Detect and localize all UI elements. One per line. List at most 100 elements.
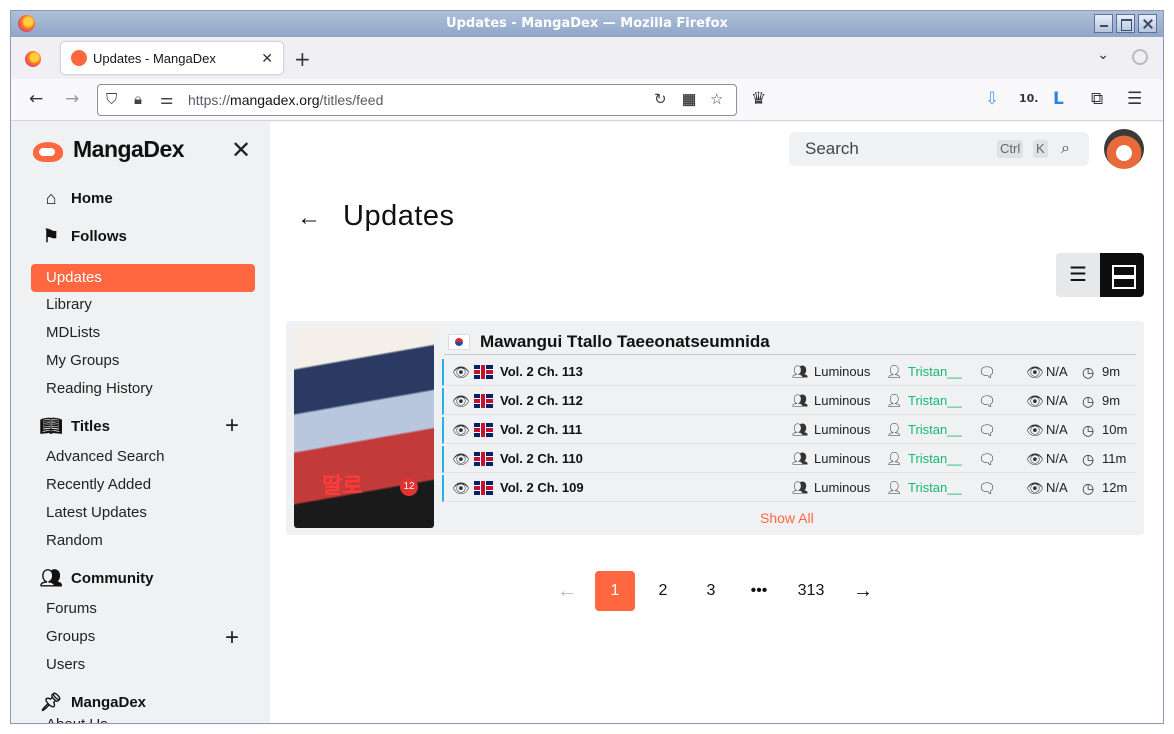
- shield-icon[interactable]: ⛉: [106, 85, 117, 115]
- sidebar-item-updates[interactable]: Updates: [31, 264, 255, 292]
- chapter-row[interactable]: 👁︎ Vol. 2 Ch. 109 👥︎ Luminous 👤︎ Tristan…: [442, 475, 1136, 502]
- sidebar-item-reading-history[interactable]: Reading History: [46, 380, 153, 397]
- search-icon[interactable]: ⌕: [1061, 132, 1070, 166]
- scanlation-group[interactable]: Luminous: [814, 480, 870, 495]
- puzzle-icon[interactable]: ⧉: [1091, 89, 1103, 109]
- comment-icon[interactable]: 🗨︎: [978, 451, 996, 468]
- page-button-1[interactable]: 1: [595, 571, 635, 611]
- alarm-icon[interactable]: [1132, 49, 1148, 65]
- sidebar-section-follows[interactable]: ⚑ Follows: [39, 226, 127, 247]
- sidebar-item-recently-added[interactable]: Recently Added: [46, 476, 151, 493]
- add-title-plus-icon[interactable]: +: [225, 412, 239, 440]
- back-arrow-icon[interactable]: ←: [29, 89, 43, 109]
- lock-icon[interactable]: 🔒︎: [134, 85, 142, 115]
- maximize-button[interactable]: [1116, 14, 1135, 33]
- comment-icon[interactable]: 🗨︎: [978, 422, 996, 439]
- show-all-link[interactable]: Show All: [760, 510, 814, 526]
- url-bar[interactable]: ⛉ 🔒︎ ⚌ https://mangadex.org/titles/feed …: [97, 84, 737, 116]
- sidebar-section-mangadex[interactable]: 📌︎ MangaDex: [39, 692, 146, 713]
- chapter-title[interactable]: Vol. 2 Ch. 111: [500, 422, 582, 437]
- search-input[interactable]: Search Ctrl K ⌕: [789, 132, 1089, 166]
- avatar[interactable]: [1104, 129, 1144, 169]
- close-window-button[interactable]: [1138, 14, 1157, 33]
- users-icon: 👥︎: [39, 568, 63, 588]
- back-arrow-icon[interactable]: ←: [297, 204, 321, 232]
- chapter-row[interactable]: 👁︎ Vol. 2 Ch. 111 👥︎ Luminous 👤︎ Tristan…: [442, 417, 1136, 444]
- sidebar-section-community[interactable]: 👥︎ Community: [39, 568, 154, 589]
- scanlation-group[interactable]: Luminous: [814, 393, 870, 408]
- sidebar-item-latest-updates[interactable]: Latest Updates: [46, 504, 147, 521]
- prev-page-arrow-icon: ←: [557, 580, 577, 602]
- mangadex-favicon-icon: [71, 50, 87, 66]
- uploader-name[interactable]: Tristan__: [908, 393, 962, 408]
- sidebar-item-about-us[interactable]: About Us: [46, 716, 108, 723]
- uploader-name[interactable]: Tristan__: [908, 422, 962, 437]
- close-tab-icon[interactable]: ✕: [261, 50, 273, 67]
- extension-l-icon[interactable]: L: [1053, 89, 1064, 109]
- comment-icon[interactable]: 🗨︎: [978, 364, 996, 381]
- firefox-view-icon[interactable]: [25, 51, 41, 67]
- minimize-button[interactable]: [1094, 14, 1113, 33]
- list-view-button[interactable]: ☰: [1056, 253, 1100, 297]
- sidebar-item-random[interactable]: Random: [46, 532, 103, 549]
- chapter-title[interactable]: Vol. 2 Ch. 109: [500, 480, 584, 495]
- scanlation-group[interactable]: Luminous: [814, 422, 870, 437]
- tab-updates[interactable]: Updates - MangaDex ✕: [61, 42, 283, 74]
- download-icon[interactable]: ⇩: [985, 89, 999, 109]
- new-tab-button[interactable]: +: [294, 47, 311, 71]
- read-status-eye-icon[interactable]: 👁︎: [452, 393, 470, 410]
- uploader-name[interactable]: Tristan__: [908, 364, 962, 379]
- clock-icon: ◷: [1082, 393, 1095, 409]
- manga-title[interactable]: Mawangui Ttallo Taeeonatseumnida: [480, 332, 770, 352]
- list-tabs-chevron-icon[interactable]: ⌄: [1097, 47, 1109, 63]
- scanlation-group[interactable]: Luminous: [814, 451, 870, 466]
- extension-badge-icon[interactable]: 10.: [1019, 92, 1039, 105]
- sidebar-item-groups[interactable]: Groups: [46, 628, 95, 645]
- reload-icon[interactable]: ↻: [654, 85, 667, 115]
- home-icon: ⌂: [45, 188, 57, 208]
- uploader-name[interactable]: Tristan__: [908, 480, 962, 495]
- forward-arrow-icon[interactable]: →: [65, 89, 79, 109]
- site-permissions-icon[interactable]: ⚌: [160, 85, 173, 115]
- sidebar-section-titles[interactable]: 📖︎ Titles: [39, 416, 110, 437]
- pocket-icon[interactable]: ♛: [751, 89, 766, 109]
- close-sidebar-icon[interactable]: ✕: [231, 136, 251, 165]
- sidebar-item-mdlists[interactable]: MDLists: [46, 324, 100, 341]
- add-group-plus-icon[interactable]: +: [225, 624, 239, 652]
- sidebar-item-users[interactable]: Users: [46, 656, 85, 673]
- bookmark-star-icon[interactable]: ☆: [710, 85, 723, 115]
- next-page-arrow-icon[interactable]: →: [843, 571, 883, 611]
- page-ellipsis[interactable]: •••: [739, 571, 779, 611]
- chapter-title[interactable]: Vol. 2 Ch. 112: [500, 393, 583, 408]
- url-text[interactable]: https://mangadex.org/titles/feed: [188, 85, 383, 115]
- manga-cover-image[interactable]: 딸로 12: [294, 328, 434, 528]
- read-status-eye-icon[interactable]: 👁︎: [452, 451, 470, 468]
- page-button-3[interactable]: 3: [691, 571, 731, 611]
- sidebar-item-forums[interactable]: Forums: [46, 600, 97, 617]
- sidebar-item-home[interactable]: ⌂ Home: [39, 188, 113, 209]
- chapter-title[interactable]: Vol. 2 Ch. 110: [500, 451, 583, 466]
- chapter-row[interactable]: 👁︎ Vol. 2 Ch. 112 👥︎ Luminous 👤︎ Tristan…: [442, 388, 1136, 415]
- pin-icon: 📌︎: [39, 692, 63, 712]
- comment-icon[interactable]: 🗨︎: [978, 480, 996, 497]
- tab-strip: Updates - MangaDex ✕ + ⌄: [11, 37, 1163, 79]
- sidebar-item-advanced-search[interactable]: Advanced Search: [46, 448, 164, 465]
- chapter-title[interactable]: Vol. 2 Ch. 113: [500, 364, 583, 379]
- read-status-eye-icon[interactable]: 👁︎: [452, 422, 470, 439]
- hamburger-icon[interactable]: ☰: [1127, 89, 1142, 109]
- chapter-row[interactable]: 👁︎ Vol. 2 Ch. 113 👥︎ Luminous 👤︎ Tristan…: [442, 359, 1136, 386]
- page-button-313[interactable]: 313: [791, 571, 831, 611]
- read-status-eye-icon[interactable]: 👁︎: [452, 364, 470, 381]
- scanlation-group[interactable]: Luminous: [814, 364, 870, 379]
- comment-icon[interactable]: 🗨︎: [978, 393, 996, 410]
- uploader-name[interactable]: Tristan__: [908, 451, 962, 466]
- clock-icon: ◷: [1082, 480, 1095, 496]
- chapter-row[interactable]: 👁︎ Vol. 2 Ch. 110 👥︎ Luminous 👤︎ Tristan…: [442, 446, 1136, 473]
- sidebar-item-my-groups[interactable]: My Groups: [46, 352, 119, 369]
- brand-logo[interactable]: MangaDex: [31, 134, 185, 164]
- qr-code-icon[interactable]: ▦: [682, 85, 696, 115]
- read-status-eye-icon[interactable]: 👁︎: [452, 480, 470, 497]
- sidebar-item-library[interactable]: Library: [46, 296, 92, 313]
- page-button-2[interactable]: 2: [643, 571, 683, 611]
- card-view-button[interactable]: [1100, 253, 1144, 297]
